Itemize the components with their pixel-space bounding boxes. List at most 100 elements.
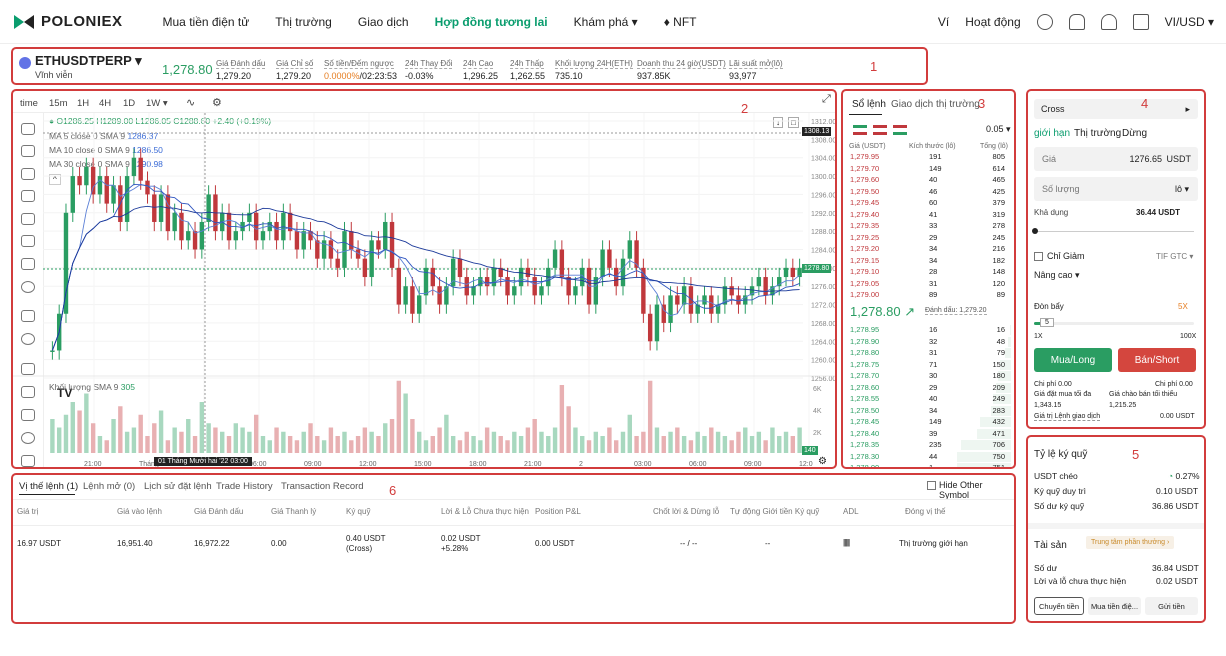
nav-activity[interactable]: Hoạt động bbox=[965, 15, 1020, 29]
poloniex-logo[interactable]: POLONIEX bbox=[14, 13, 123, 30]
tp-sl-edit[interactable]: -- / -- bbox=[680, 539, 697, 548]
chart-settings-icon[interactable]: ⚙ bbox=[818, 456, 827, 467]
annotation-label-2: 2 bbox=[741, 101, 749, 116]
orderbook-row[interactable]: 1,279.60 40 465 bbox=[843, 175, 1013, 185]
orderbook-row[interactable]: 1,279.35 33 278 bbox=[843, 221, 1013, 231]
orderbook-row[interactable]: 1,279.45 60 379 bbox=[843, 198, 1013, 208]
reward-center-link[interactable]: Trung tâm phần thưởng › bbox=[1086, 536, 1175, 549]
orderbook-row[interactable]: 1,279.15 34 182 bbox=[843, 256, 1013, 266]
orderbook-row[interactable]: 1,279.25 29 245 bbox=[843, 233, 1013, 243]
orderbook-row[interactable]: 1,278.45 149 432 bbox=[843, 417, 1013, 427]
orderbook-row[interactable]: 1,278.50 34 283 bbox=[843, 405, 1013, 416]
tab-market-trades[interactable]: Giao dịch thị trường bbox=[891, 99, 980, 110]
orderbook-row[interactable]: 1,278.60 29 209 bbox=[843, 382, 1013, 393]
tab-order-history[interactable]: Lịch sử đặt lệnh bbox=[144, 481, 212, 492]
buy-long-button[interactable]: Mua/Long bbox=[1034, 348, 1112, 372]
quantity-slider[interactable] bbox=[1034, 231, 1194, 232]
candle-body bbox=[668, 295, 673, 323]
hide-other-checkbox[interactable] bbox=[927, 481, 936, 490]
volume-bar bbox=[152, 423, 157, 453]
reduce-only-checkbox[interactable] bbox=[1034, 252, 1043, 261]
user-icon[interactable] bbox=[1036, 13, 1053, 30]
candle-body bbox=[131, 157, 137, 177]
candle-body bbox=[410, 286, 415, 314]
tick-size-selector[interactable]: 0.05 ▾ bbox=[986, 124, 1011, 135]
volume-bar bbox=[233, 423, 239, 453]
layout-asks-icon[interactable] bbox=[873, 125, 887, 135]
nav-markets[interactable]: Thị trường bbox=[275, 15, 332, 29]
orderbook-row[interactable]: 1,278.70 30 180 bbox=[843, 371, 1013, 381]
orderbook-row[interactable]: 1,279.95 191 805 bbox=[843, 152, 1013, 162]
candle-body bbox=[403, 286, 408, 305]
orderbook-row[interactable]: 1,279.05 31 120 bbox=[843, 279, 1013, 289]
price-input[interactable]: Giá 1276.65 USDT bbox=[1034, 147, 1198, 171]
nav-trade[interactable]: Giao dịch bbox=[358, 15, 409, 29]
annotation-label-1: 1 bbox=[870, 59, 878, 74]
tab-orderbook[interactable]: Sổ lệnh bbox=[852, 99, 886, 110]
orderbook-row[interactable]: 1,279.10 28 148 bbox=[843, 267, 1013, 277]
orderbook-row[interactable]: 1,279.00 89 89 bbox=[843, 290, 1013, 300]
symbol-selector[interactable]: ETHUSDTPERP ▾ bbox=[35, 53, 142, 69]
nav-wallet[interactable]: Ví bbox=[938, 15, 949, 29]
nav-futures[interactable]: Hợp đồng tương lai bbox=[435, 15, 548, 29]
volume-bar bbox=[675, 427, 680, 453]
nav-buy-crypto[interactable]: Mua tiền điện tử bbox=[163, 15, 250, 29]
volume-bar bbox=[532, 419, 537, 453]
candle-body bbox=[253, 212, 259, 241]
quantity-slider-handle[interactable] bbox=[1032, 228, 1038, 234]
tab-positions[interactable]: Vị thế lệnh (1) bbox=[19, 481, 78, 492]
candle-body bbox=[172, 212, 177, 232]
volume-bar bbox=[220, 431, 225, 453]
currency-selector[interactable]: VI/USD ▾ bbox=[1165, 15, 1214, 29]
download-icon[interactable] bbox=[1132, 13, 1149, 30]
orderbook-row[interactable]: 1,278.90 32 48 bbox=[843, 336, 1013, 347]
orderbook-row[interactable]: 1,278.75 71 150 bbox=[843, 359, 1013, 370]
tab-trade-history[interactable]: Trade History bbox=[216, 481, 273, 492]
orderbook-row[interactable]: 1,279.50 46 425 bbox=[843, 187, 1013, 197]
candlestick-chart[interactable]: 1312.00 1308.00 1304.00 1300.00 1296.00 1292.… bbox=[13, 91, 837, 469]
advanced-toggle[interactable]: Nâng cao ▾ bbox=[1034, 270, 1080, 281]
close-market-button[interactable]: Thị trường bbox=[899, 539, 937, 548]
orderbook-row[interactable]: 1,278.30 44 750 bbox=[843, 451, 1013, 462]
orderbook-row[interactable]: 1,279.20 34 216 bbox=[843, 244, 1013, 254]
volume-bar bbox=[539, 431, 544, 453]
stat-24h-low: 24h Thấp 1,262.55 bbox=[510, 59, 546, 81]
bell-icon[interactable] bbox=[1100, 13, 1117, 30]
deposit-button[interactable]: Gửi tiền bbox=[1145, 597, 1198, 615]
tab-open-orders[interactable]: Lệnh mở (0) bbox=[83, 481, 135, 492]
headset-icon[interactable] bbox=[1068, 13, 1085, 30]
buy-crypto-button[interactable]: Mua tiền điệ... bbox=[1088, 597, 1141, 615]
nav-explore[interactable]: Khám phá ▾ bbox=[574, 15, 638, 29]
tab-transaction-record[interactable]: Transaction Record bbox=[281, 481, 364, 492]
nav-nft[interactable]: ♦ NFT bbox=[664, 15, 697, 29]
transfer-button[interactable]: Chuyển tiền bbox=[1034, 597, 1084, 615]
orderbook-row[interactable]: 1,278.95 16 16 bbox=[843, 325, 1013, 335]
layout-both-icon[interactable] bbox=[853, 125, 867, 135]
eth-icon bbox=[19, 57, 31, 69]
sell-short-button[interactable]: Bán/Short bbox=[1118, 348, 1196, 372]
close-limit-button[interactable]: giới hạn bbox=[939, 539, 968, 548]
volume-bar bbox=[593, 431, 599, 453]
layout-bids-icon[interactable] bbox=[893, 125, 907, 135]
orderbook-row[interactable]: 1,278.55 40 249 bbox=[843, 394, 1013, 404]
price-tick-label: 1312.00 bbox=[811, 119, 836, 126]
orderbook-row[interactable]: 1,278.40 39 471 bbox=[843, 428, 1013, 439]
quantity-input[interactable]: Số lượng lô ▾ bbox=[1034, 177, 1198, 201]
tab-limit[interactable]: giới hạn bbox=[1034, 128, 1070, 139]
volume-bar bbox=[396, 380, 402, 453]
orderbook-row[interactable]: 1,279.70 149 614 bbox=[843, 164, 1013, 174]
leverage-value[interactable]: 5X bbox=[1178, 302, 1188, 311]
crosshair-time-badge: 01 Tháng Mười hai '22 03:00 bbox=[154, 457, 252, 466]
available-label: Khả dụng bbox=[1034, 208, 1069, 217]
tif-selector[interactable]: TIF GTC ▾ bbox=[1156, 252, 1193, 261]
orderbook-row[interactable]: 1,278.35 235 706 bbox=[843, 440, 1013, 450]
orderbook-row[interactable]: 1,279.40 41 319 bbox=[843, 210, 1013, 220]
orderbook-row[interactable]: 1,278.00 1 751 bbox=[843, 463, 1013, 467]
margin-balance-value: 36.86 USDT bbox=[1152, 501, 1199, 511]
margin-mode-selector[interactable]: Cross ▸ bbox=[1034, 99, 1198, 119]
orderbook-row[interactable]: 1,278.80 31 79 bbox=[843, 348, 1013, 358]
leverage-input[interactable]: 5 bbox=[1040, 318, 1054, 327]
leverage-slider[interactable] bbox=[1034, 322, 1194, 325]
tab-market[interactable]: Thị trường bbox=[1074, 128, 1121, 139]
tab-stop[interactable]: Dừng bbox=[1122, 128, 1147, 139]
